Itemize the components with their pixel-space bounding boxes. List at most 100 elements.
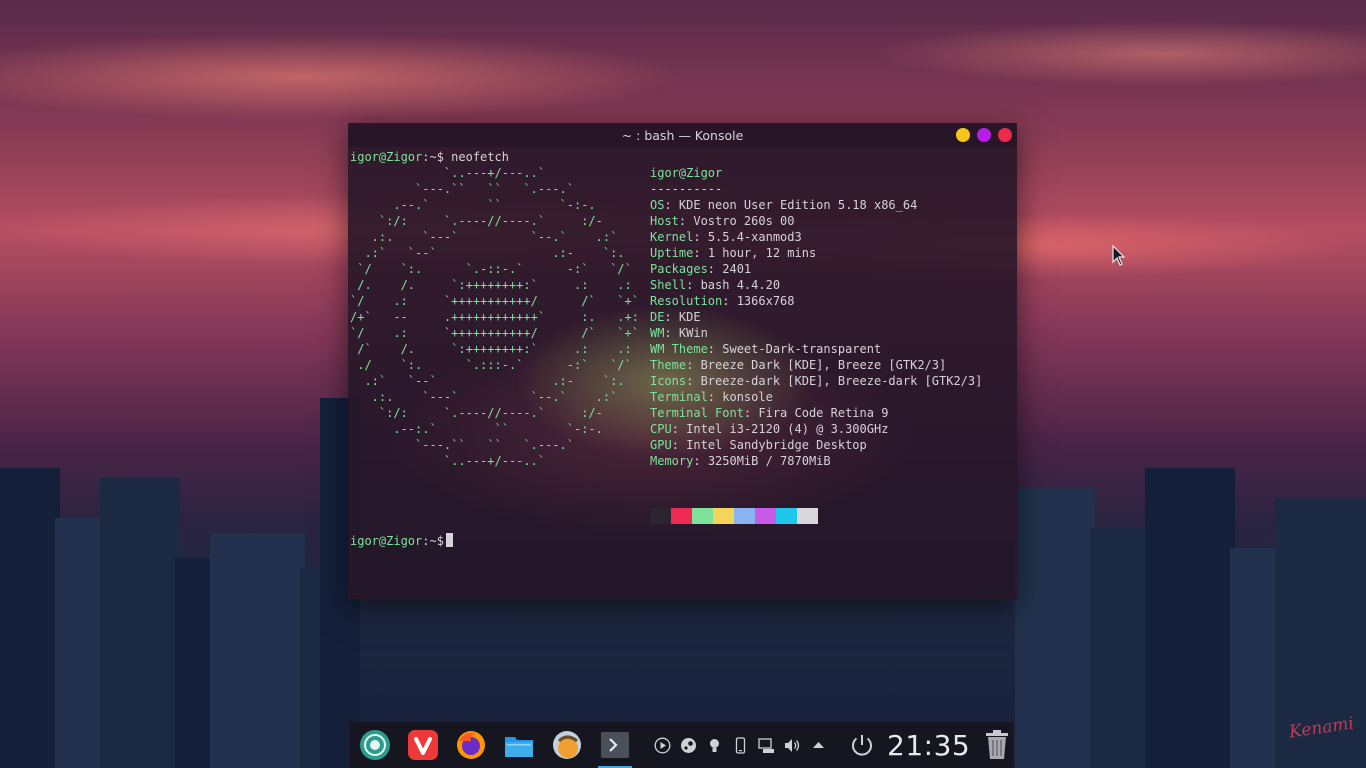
command-line: igor@Zigor:~$ neofetch: [350, 149, 509, 165]
window-title: ~ : bash — Konsole: [621, 127, 744, 143]
info-key: Resolution: [650, 294, 723, 308]
system-info: igor@Zigor ---------- OS: KDE neon User …: [650, 165, 982, 469]
maximize-button[interactable]: [977, 128, 991, 142]
system-tray: [654, 736, 827, 754]
info-row: CPU: Intel i3-2120 (4) @ 3.300GHz: [650, 422, 889, 436]
info-row: WM: KWin: [650, 326, 708, 340]
color-swatch: [650, 508, 671, 524]
info-key: Kernel: [650, 230, 694, 244]
info-row: Kernel: 5.5.4-xanmod3: [650, 230, 802, 244]
info-key: GPU: [650, 438, 672, 452]
info-key: Uptime: [650, 246, 694, 260]
mouse-pointer-icon: [1112, 245, 1126, 266]
color-palette: [650, 508, 818, 524]
prompt-suffix: :~$: [422, 150, 444, 164]
network-icon[interactable]: [758, 737, 775, 754]
info-header: igor@Zigor: [650, 166, 723, 180]
folder-icon[interactable]: [502, 728, 536, 762]
info-row: WM Theme: Sweet-Dark-transparent: [650, 342, 882, 356]
info-separator: ----------: [650, 182, 723, 196]
volume-icon[interactable]: [784, 737, 801, 754]
info-key: WM: [650, 326, 665, 340]
prompt-user: igor@Zigor: [350, 150, 423, 164]
info-value: Intel i3-2120 (4) @ 3.300GHz: [686, 422, 889, 436]
info-row: Icons: Breeze-dark [KDE], Breeze-dark [G…: [650, 374, 983, 388]
trash-icon[interactable]: [984, 730, 1010, 760]
steam-icon[interactable]: [680, 737, 697, 754]
info-key: Terminal Font: [650, 406, 744, 420]
info-value: 5.5.4-xanmod3: [707, 230, 802, 244]
info-key: Packages: [650, 262, 708, 276]
command-text: neofetch: [443, 150, 509, 164]
taskbar: 21:35: [350, 722, 1013, 768]
terminal-area[interactable]: igor@Zigor:~$ neofetch `..---+/---..` `-…: [348, 147, 1017, 599]
info-row: OS: KDE neon User Edition 5.18 x86_64: [650, 198, 918, 212]
info-key: Terminal: [650, 390, 708, 404]
titlebar[interactable]: ~ : bash — Konsole: [348, 123, 1017, 147]
info-row: Terminal: konsole: [650, 390, 773, 404]
info-value: KWin: [678, 326, 708, 340]
info-row: Memory: 3250MiB / 7870MiB: [650, 454, 831, 468]
firefox-icon[interactable]: [454, 728, 488, 762]
info-value: Breeze-dark [KDE], Breeze-dark [GTK2/3]: [700, 374, 983, 388]
info-row: Shell: bash 4.4.20: [650, 278, 781, 292]
info-value: 3250MiB / 7870MiB: [707, 454, 831, 468]
color-swatch: [713, 508, 734, 524]
wallpaper-signature: Kenami: [1287, 713, 1356, 743]
clock[interactable]: 21:35: [887, 729, 970, 762]
info-value: konsole: [722, 390, 773, 404]
info-key: WM Theme: [650, 342, 708, 356]
info-row: Packages: 2401: [650, 262, 752, 276]
color-swatch: [734, 508, 755, 524]
info-row: Terminal Font: Fira Code Retina 9: [650, 406, 889, 420]
info-value: KDE: [678, 310, 701, 324]
neofetch-logo: `..---+/---..` `---.`` `` `.---.` .--.` …: [350, 166, 639, 468]
info-value: 1 hour, 12 mins: [707, 246, 817, 260]
phone-icon[interactable]: [732, 736, 749, 754]
info-value: Intel Sandybridge Desktop: [686, 438, 867, 452]
close-button[interactable]: [998, 128, 1012, 142]
info-key: Host: [650, 214, 679, 228]
color-swatch: [671, 508, 692, 524]
info-row: Host: Vostro 260s 00: [650, 214, 795, 228]
info-row: Theme: Breeze Dark [KDE], Breeze [GTK2/3…: [650, 358, 947, 372]
info-row: DE: KDE: [650, 310, 701, 324]
info-value: Sweet-Dark-transparent: [722, 342, 882, 356]
color-swatch: [692, 508, 713, 524]
info-key: Shell: [650, 278, 687, 292]
info-value: 2401: [722, 262, 752, 276]
vivaldi-icon[interactable]: [406, 728, 440, 762]
media-play-icon[interactable]: [654, 737, 671, 754]
prompt-suffix: :~$: [422, 534, 444, 548]
info-value: Breeze Dark [KDE], Breeze [GTK2/3]: [700, 358, 947, 372]
info-row: Resolution: 1366x768: [650, 294, 795, 308]
window-controls: [956, 128, 1012, 142]
color-swatch: [755, 508, 776, 524]
info-key: CPU: [650, 422, 672, 436]
lightbulb-icon[interactable]: [706, 737, 723, 754]
mail-icon[interactable]: [550, 728, 584, 762]
info-value: bash 4.4.20: [700, 278, 781, 292]
info-key: Memory: [650, 454, 694, 468]
color-swatch: [797, 508, 818, 524]
info-value: Vostro 260s 00: [693, 214, 795, 228]
konsole-window[interactable]: ~ : bash — Konsole igor@Zigor:~$ neofetc…: [348, 123, 1017, 599]
launcher-icon[interactable]: [358, 728, 392, 762]
minimize-button[interactable]: [956, 128, 970, 142]
info-key: Theme: [650, 358, 687, 372]
expand-arrow-icon[interactable]: [810, 737, 827, 754]
info-key: OS: [650, 198, 665, 212]
terminal-icon[interactable]: [598, 728, 632, 768]
info-value: 1366x768: [736, 294, 795, 308]
color-swatch: [776, 508, 797, 524]
info-value: KDE neon User Edition 5.18 x86_64: [678, 198, 918, 212]
info-row: Uptime: 1 hour, 12 mins: [650, 246, 817, 260]
info-value: Fira Code Retina 9: [758, 406, 889, 420]
info-key: Icons: [650, 374, 687, 388]
info-row: GPU: Intel Sandybridge Desktop: [650, 438, 867, 452]
info-key: DE: [650, 310, 665, 324]
current-prompt: igor@Zigor:~$: [350, 533, 453, 549]
prompt-user: igor@Zigor: [350, 534, 423, 548]
power-icon[interactable]: [849, 732, 875, 758]
text-cursor: [445, 533, 453, 547]
